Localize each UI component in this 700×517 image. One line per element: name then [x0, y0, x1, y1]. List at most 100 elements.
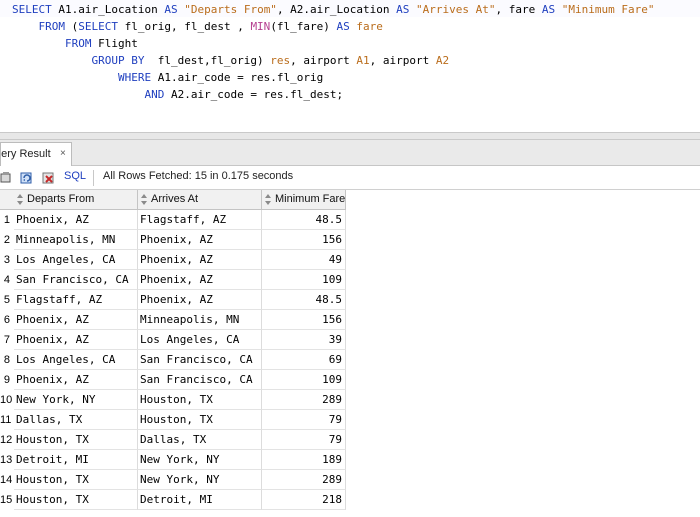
results-grid[interactable]: Departs From Arrives At Minimum Fare 1 Ph…	[0, 190, 700, 517]
cell-departs-from[interactable]: Houston, TX	[14, 430, 138, 450]
table-row[interactable]: 5 Flagstaff, AZ Phoenix, AZ 48.5	[0, 290, 346, 310]
cell-departs-from[interactable]: Detroit, MI	[14, 450, 138, 470]
cell-minimum-fare[interactable]: 79	[262, 430, 346, 450]
sql-editor[interactable]: SELECT A1.air_Location AS "Departs From"…	[0, 0, 700, 132]
cell-arrives-at[interactable]: Phoenix, AZ	[138, 290, 262, 310]
table-row[interactable]: 2 Minneapolis, MN Phoenix, AZ 156	[0, 230, 346, 250]
cell-departs-from[interactable]: Houston, TX	[14, 490, 138, 510]
table-row[interactable]: 14 Houston, TX New York, NY 289	[0, 470, 346, 490]
code-token: MIN	[250, 20, 271, 33]
pane-splitter[interactable]	[0, 132, 700, 140]
table-row[interactable]: 9 Phoenix, AZ San Francisco, CA 109	[0, 370, 346, 390]
table-row[interactable]: 7 Phoenix, AZ Los Angeles, CA 39	[0, 330, 346, 350]
code-line[interactable]: SELECT A1.air_Location AS "Departs From"…	[12, 1, 654, 18]
table-row[interactable]: 8 Los Angeles, CA San Francisco, CA 69	[0, 350, 346, 370]
cell-arrives-at[interactable]: Los Angeles, CA	[138, 330, 262, 350]
code-token: , airport	[369, 54, 436, 67]
row-number-header	[0, 190, 14, 210]
cell-minimum-fare[interactable]: 48.5	[262, 290, 346, 310]
result-tab-bar: uery Result ×	[0, 140, 700, 166]
cell-arrives-at[interactable]: New York, NY	[138, 450, 262, 470]
cell-departs-from[interactable]: San Francisco, CA	[14, 270, 138, 290]
code-token: Flight	[91, 37, 138, 50]
cell-arrives-at[interactable]: Flagstaff, AZ	[138, 210, 262, 230]
sql-button[interactable]: SQL	[64, 170, 86, 182]
code-line[interactable]: FROM Flight	[12, 35, 138, 52]
table-row[interactable]: 12 Houston, TX Dallas, TX 79	[0, 430, 346, 450]
cell-arrives-at[interactable]: Phoenix, AZ	[138, 230, 262, 250]
row-number: 6	[3, 314, 10, 326]
close-icon[interactable]: ×	[60, 143, 66, 165]
row-number: 4	[3, 274, 10, 286]
cell-arrives-at[interactable]: San Francisco, CA	[138, 350, 262, 370]
cell-minimum-fare[interactable]: 69	[262, 350, 346, 370]
cell-departs-from[interactable]: Los Angeles, CA	[14, 250, 138, 270]
table-row[interactable]: 1 Phoenix, AZ Flagstaff, AZ 48.5	[0, 210, 346, 230]
cell-departs-from[interactable]: Phoenix, AZ	[14, 370, 138, 390]
column-header-arrives-at[interactable]: Arrives At	[138, 190, 262, 210]
code-line[interactable]: GROUP BY fl_dest,fl_orig) res, airport A…	[12, 52, 449, 69]
table-row[interactable]: 13 Detroit, MI New York, NY 189	[0, 450, 346, 470]
refresh-query-icon[interactable]	[20, 171, 34, 185]
cell-departs-from[interactable]: Phoenix, AZ	[14, 310, 138, 330]
pin-icon[interactable]	[0, 171, 14, 185]
cell-arrives-at[interactable]: Minneapolis, MN	[138, 310, 262, 330]
tab-query-result[interactable]: uery Result ×	[0, 142, 72, 166]
cell-arrives-at[interactable]: Phoenix, AZ	[138, 250, 262, 270]
code-token: "Departs From"	[184, 3, 277, 16]
cell-minimum-fare[interactable]: 289	[262, 470, 346, 490]
table-row[interactable]: 11 Dallas, TX Houston, TX 79	[0, 410, 346, 430]
table-row[interactable]: 6 Phoenix, AZ Minneapolis, MN 156	[0, 310, 346, 330]
fetch-status: All Rows Fetched: 15 in 0.175 seconds	[103, 170, 294, 182]
table-row[interactable]: 10 New York, NY Houston, TX 289	[0, 390, 346, 410]
cell-minimum-fare[interactable]: 109	[262, 370, 346, 390]
cell-minimum-fare[interactable]: 48.5	[262, 210, 346, 230]
row-number: 2	[3, 234, 10, 246]
cell-departs-from[interactable]: Phoenix, AZ	[14, 330, 138, 350]
cell-minimum-fare[interactable]: 218	[262, 490, 346, 510]
cell-minimum-fare[interactable]: 189	[262, 450, 346, 470]
cell-arrives-at[interactable]: Houston, TX	[138, 410, 262, 430]
code-token: FROM	[12, 37, 92, 50]
row-number: 1	[3, 214, 10, 226]
code-line[interactable]: WHERE A1.air_code = res.fl_orig	[12, 69, 323, 86]
cell-minimum-fare[interactable]: 39	[262, 330, 346, 350]
code-line[interactable]: AND A2.air_code = res.fl_dest;	[12, 86, 343, 103]
cell-departs-from[interactable]: Phoenix, AZ	[14, 210, 138, 230]
cell-minimum-fare[interactable]: 156	[262, 230, 346, 250]
cell-departs-from[interactable]: Los Angeles, CA	[14, 350, 138, 370]
cell-arrives-at[interactable]: San Francisco, CA	[138, 370, 262, 390]
cell-departs-from[interactable]: Flagstaff, AZ	[14, 290, 138, 310]
cell-arrives-at[interactable]: Dallas, TX	[138, 430, 262, 450]
cell-arrives-at[interactable]: New York, NY	[138, 470, 262, 490]
code-token: AS	[164, 3, 178, 16]
row-number: 3	[3, 254, 10, 266]
cell-departs-from[interactable]: Minneapolis, MN	[14, 230, 138, 250]
cancel-query-icon[interactable]	[42, 171, 56, 185]
row-number: 15	[0, 494, 13, 506]
cell-minimum-fare[interactable]: 109	[262, 270, 346, 290]
cell-departs-from[interactable]: New York, NY	[14, 390, 138, 410]
table-row[interactable]: 15 Houston, TX Detroit, MI 218	[0, 490, 346, 510]
code-token: SELECT	[12, 3, 52, 16]
code-token: res	[270, 54, 291, 67]
code-token: SELECT	[78, 20, 118, 33]
code-line[interactable]: FROM (SELECT fl_orig, fl_dest , MIN(fl_f…	[12, 18, 382, 35]
cell-arrives-at[interactable]: Detroit, MI	[138, 490, 262, 510]
column-header-label: Arrives At	[151, 193, 199, 205]
cell-minimum-fare[interactable]: 289	[262, 390, 346, 410]
cell-arrives-at[interactable]: Phoenix, AZ	[138, 270, 262, 290]
cell-minimum-fare[interactable]: 79	[262, 410, 346, 430]
code-token: (	[64, 20, 79, 33]
code-token: "Arrives At"	[416, 3, 496, 16]
table-row[interactable]: 3 Los Angeles, CA Phoenix, AZ 49	[0, 250, 346, 270]
cell-departs-from[interactable]: Dallas, TX	[14, 410, 138, 430]
column-header-minimum-fare[interactable]: Minimum Fare	[262, 190, 346, 210]
cell-arrives-at[interactable]: Houston, TX	[138, 390, 262, 410]
cell-departs-from[interactable]: Houston, TX	[14, 470, 138, 490]
column-header-departs-from[interactable]: Departs From	[14, 190, 138, 210]
cell-minimum-fare[interactable]: 156	[262, 310, 346, 330]
cell-minimum-fare[interactable]: 49	[262, 250, 346, 270]
table-row[interactable]: 4 San Francisco, CA Phoenix, AZ 109	[0, 270, 346, 290]
